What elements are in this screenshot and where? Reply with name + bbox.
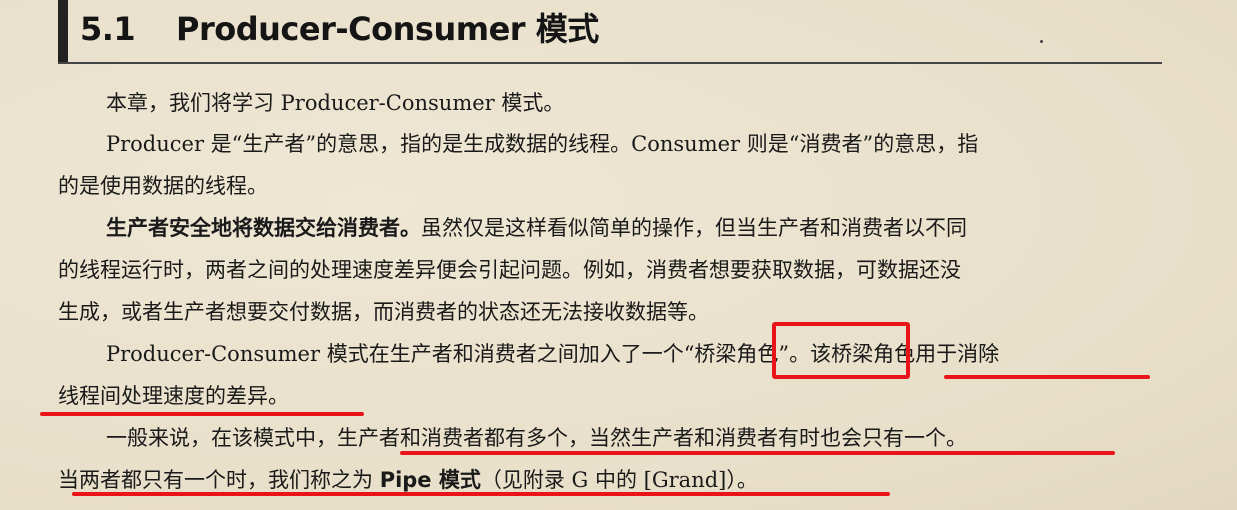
paragraph-2-line-1: Producer 是“生产者”的意思，指的是生成数据的线程。Consumer 则… bbox=[106, 132, 979, 156]
underline-pipe-pattern bbox=[72, 492, 890, 496]
heading-side-bar bbox=[58, 0, 68, 62]
paragraph-3-line-1-rest: 虽然仅是这样看似简单的操作，但当生产者和消费者以不同 bbox=[421, 216, 967, 240]
highlight-box-bridge-role bbox=[772, 322, 910, 379]
underline-eliminate-1 bbox=[944, 375, 1150, 379]
paragraph-3-line-2: 的线程运行时，两者之间的处理速度差异便会引起问题。例如，消费者想要获取数据，可数… bbox=[58, 258, 961, 282]
stray-dot bbox=[1040, 40, 1043, 43]
underline-eliminate-2 bbox=[40, 412, 364, 416]
section-title: Producer-Consumer 模式 bbox=[176, 10, 599, 48]
paragraph-3-line-1: 生产者安全地将数据交给消费者。虽然仅是这样看似简单的操作，但当生产者和消费者以不… bbox=[106, 214, 967, 242]
heading-rule bbox=[58, 62, 1162, 64]
pipe-pattern-term: Pipe 模式 bbox=[379, 468, 481, 492]
paragraph-2-line-2: 的是使用数据的线程。 bbox=[58, 174, 268, 198]
section-number: 5.1 bbox=[80, 10, 136, 48]
paragraph-5-line-1: 一般来说，在该模式中，生产者和消费者都有多个，当然生产者和消费者有时也会只有一个… bbox=[106, 426, 967, 450]
paragraph-1-line-1: 本章，我们将学习 Producer-Consumer 模式。 bbox=[106, 91, 565, 115]
paragraph-5-line-2-a: 当两者都只有一个时，我们称之为 bbox=[58, 468, 380, 492]
paragraph-5-line-2: 当两者都只有一个时，我们称之为 Pipe 模式（见附录 G 中的 [Grand]… bbox=[58, 466, 758, 494]
emphasized-sentence: 生产者安全地将数据交给消费者。 bbox=[106, 215, 421, 240]
paragraph-4-line-2: 线程间处理速度的差异。 bbox=[58, 384, 289, 408]
paragraph-3-line-3: 生成，或者生产者想要交付数据，而消费者的状态还无法接收数据等。 bbox=[58, 300, 709, 324]
paragraph-5-line-2-c: （见附录 G 中的 [Grand]）。 bbox=[480, 468, 758, 492]
section-heading: 5.1 Producer-Consumer 模式 bbox=[80, 4, 599, 50]
book-page: 5.1 Producer-Consumer 模式 本章，我们将学习 Produce… bbox=[0, 0, 1237, 510]
underline-multiple-producers bbox=[400, 451, 1115, 455]
